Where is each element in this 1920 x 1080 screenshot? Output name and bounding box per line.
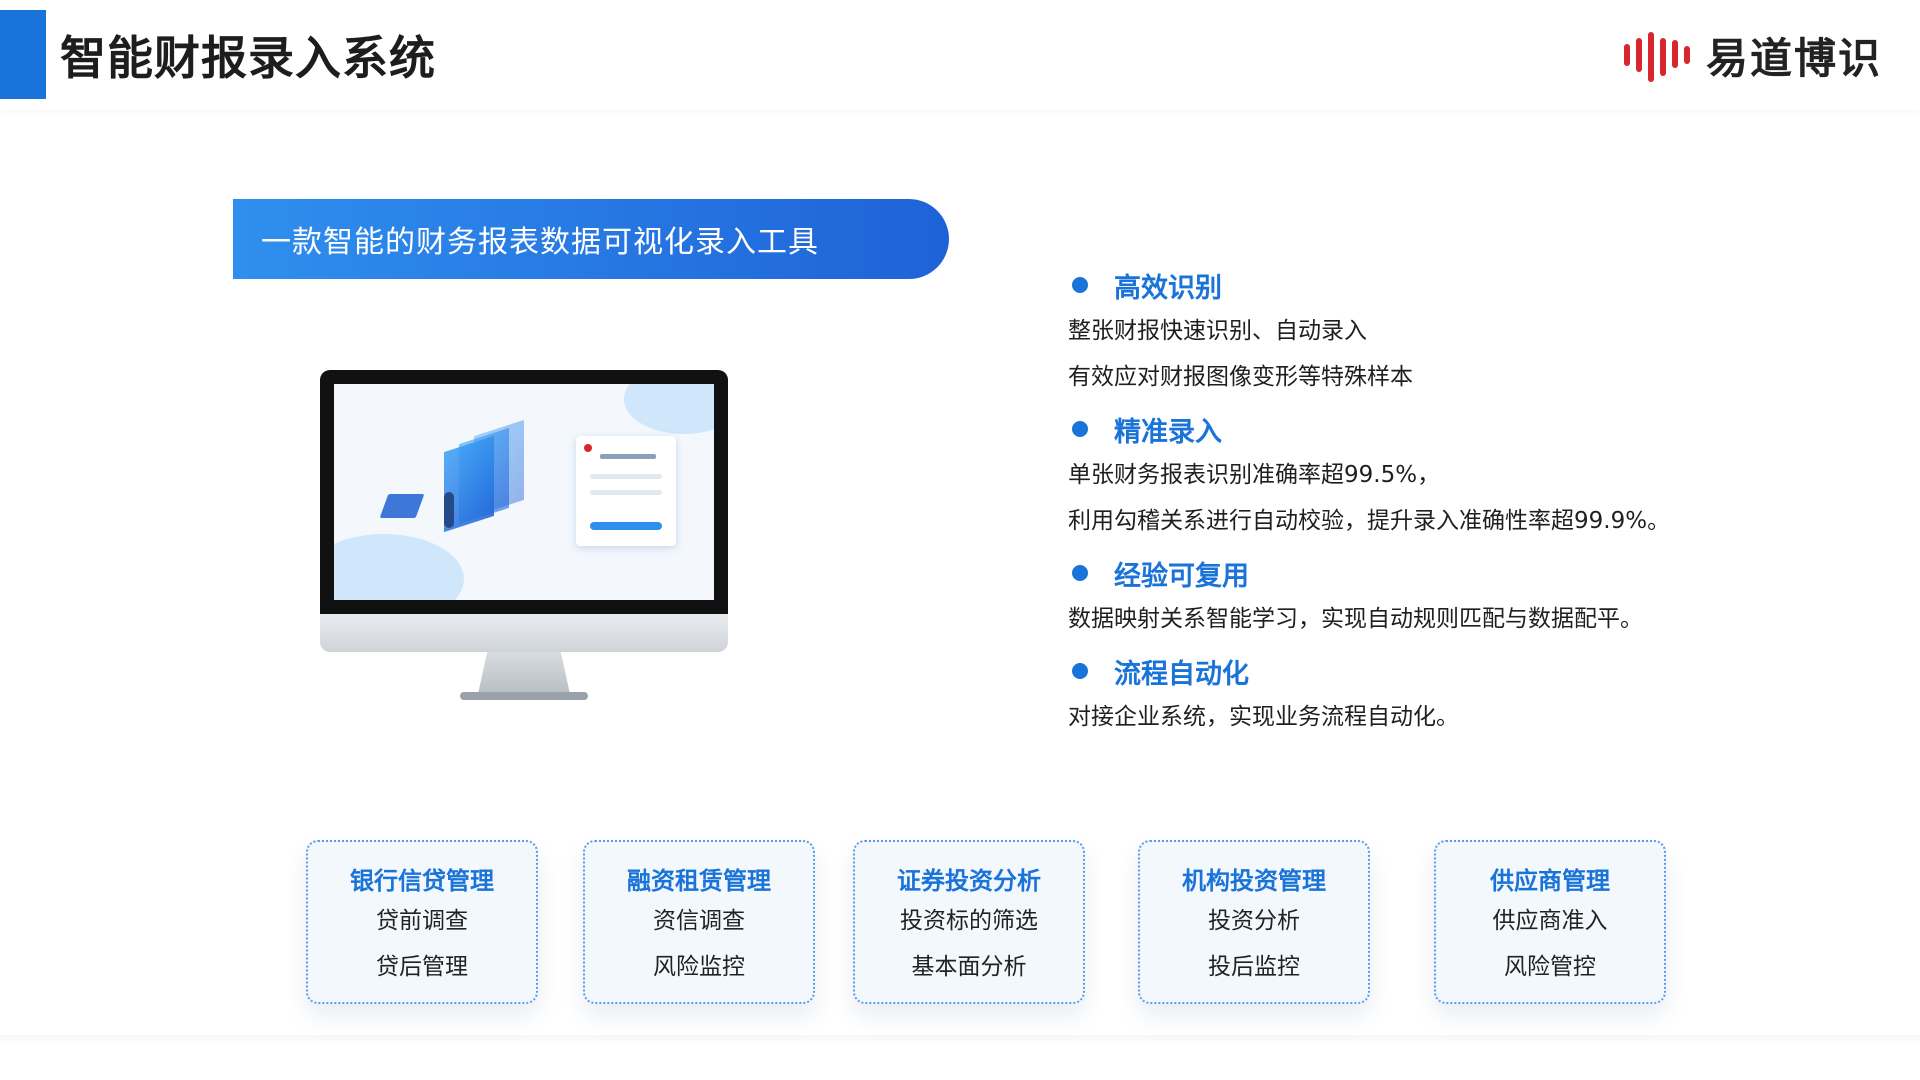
feature-title: 精准录入 xyxy=(1114,416,1222,448)
card-title: 机构投资管理 xyxy=(1182,867,1326,895)
yidao-logo-icon xyxy=(1622,20,1692,90)
card-title: 银行信贷管理 xyxy=(350,867,494,895)
feature-desc: 单张财务报表识别准确率超99.5%， xyxy=(1068,462,1441,488)
feature-desc: 数据映射关系智能学习，实现自动规则匹配与数据配平。 xyxy=(1068,606,1643,632)
application-card-leasing: 融资租赁管理 资信调查 风险监控 xyxy=(583,840,815,1004)
feature-title: 经验可复用 xyxy=(1114,560,1249,592)
bottom-divider xyxy=(0,1035,1920,1045)
card-item: 基本面分析 xyxy=(911,954,1027,980)
card-item: 供应商准入 xyxy=(1492,908,1608,934)
card-item: 投后监控 xyxy=(1208,954,1300,980)
feature-title: 流程自动化 xyxy=(1114,658,1249,690)
monitor-base xyxy=(460,692,588,700)
bullet-dot-icon xyxy=(1072,565,1088,581)
feature-desc: 有效应对财报图像变形等特殊样本 xyxy=(1068,364,1413,390)
card-title: 供应商管理 xyxy=(1490,867,1610,895)
person-icon xyxy=(444,492,454,528)
monitor-illustration xyxy=(320,370,730,710)
bullet-dot-icon xyxy=(1072,277,1088,293)
monitor-stand xyxy=(478,652,570,694)
feature-list: 高效识别 整张财报快速识别、自动录入 有效应对财报图像变形等特殊样本 精准录入 … xyxy=(1068,262,1868,746)
bullet-dot-icon xyxy=(1072,421,1088,437)
header: 智能财报录入系统 易道博识 xyxy=(0,0,1920,110)
monitor-screen xyxy=(334,384,714,600)
banner-text: 一款智能的财务报表数据可视化录入工具 xyxy=(261,225,819,260)
feature-item: 流程自动化 对接企业系统，实现业务流程自动化。 xyxy=(1068,648,1868,740)
card-item: 贷后管理 xyxy=(376,954,468,980)
application-card-institution: 机构投资管理 投资分析 投后监控 xyxy=(1138,840,1370,1004)
card-title: 融资租赁管理 xyxy=(627,867,771,895)
monitor-chin xyxy=(320,614,728,652)
card-title: 证券投资分析 xyxy=(897,867,1041,895)
document-layer-icon xyxy=(474,419,524,517)
feature-item: 高效识别 整张财报快速识别、自动录入 有效应对财报图像变形等特殊样本 xyxy=(1068,262,1868,400)
tagline-banner: 一款智能的财务报表数据可视化录入工具 xyxy=(233,199,949,279)
feature-desc: 整张财报快速识别、自动录入 xyxy=(1068,318,1367,344)
card-item: 贷前调查 xyxy=(376,908,468,934)
bullet-dot-icon xyxy=(1072,663,1088,679)
logo-text: 易道博识 xyxy=(1705,33,1882,83)
feature-desc: 利用勾稽关系进行自动校验，提升录入准确性率超99.9%。 xyxy=(1068,508,1671,534)
card-item: 风险监控 xyxy=(653,954,745,980)
application-card-bank-credit: 银行信贷管理 贷前调查 贷后管理 xyxy=(306,840,538,1004)
card-item: 投资分析 xyxy=(1208,908,1300,934)
logo: 易道博识 xyxy=(1622,20,1882,90)
title-accent-bar xyxy=(0,10,46,99)
card-item: 投资标的筛选 xyxy=(900,908,1038,934)
monitor-frame xyxy=(320,370,728,614)
feature-item: 精准录入 单张财务报表识别准确率超99.5%， 利用勾稽关系进行自动校验，提升录… xyxy=(1068,406,1868,544)
application-card-supplier: 供应商管理 供应商准入 风险管控 xyxy=(1434,840,1666,1004)
login-card-icon xyxy=(576,436,676,546)
feature-title: 高效识别 xyxy=(1114,272,1222,304)
application-card-securities: 证券投资分析 投资标的筛选 基本面分析 xyxy=(853,840,1085,1004)
page-title: 智能财报录入系统 xyxy=(60,31,436,85)
card-item: 风险管控 xyxy=(1504,954,1596,980)
feature-item: 经验可复用 数据映射关系智能学习，实现自动规则匹配与数据配平。 xyxy=(1068,550,1868,642)
feature-desc: 对接企业系统，实现业务流程自动化。 xyxy=(1068,704,1459,730)
card-item: 资信调查 xyxy=(653,908,745,934)
laptop-icon xyxy=(379,494,425,518)
